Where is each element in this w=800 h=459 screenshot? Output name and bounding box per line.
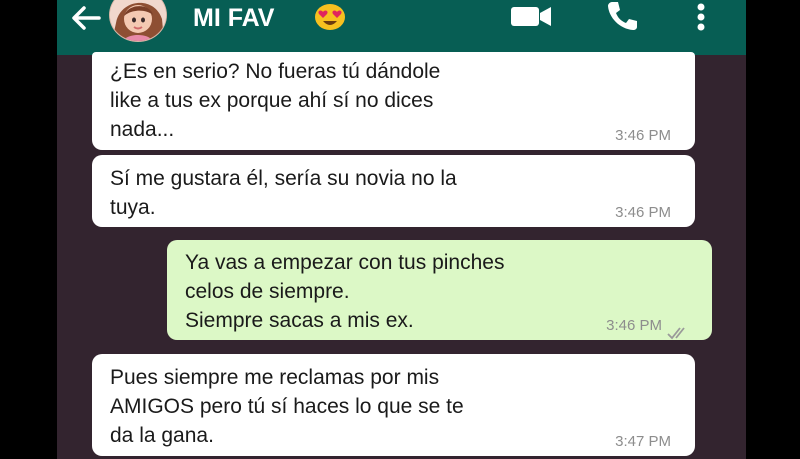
chat-header: MI FAV xyxy=(57,0,746,55)
message-bubble-outgoing[interactable]: Ya vas a empezar con tus pinches celos d… xyxy=(167,240,712,340)
message-time: 3:46 PM xyxy=(615,127,671,144)
read-receipt-icon xyxy=(666,319,692,340)
video-call-icon xyxy=(511,7,551,26)
message-time: 3:47 PM xyxy=(615,433,671,450)
more-options-button[interactable] xyxy=(695,1,707,33)
phone-icon xyxy=(608,2,637,30)
contact-name[interactable]: MI FAV xyxy=(193,4,274,32)
message-bubble-incoming[interactable]: Pues siempre me reclamas por mis AMIGOS … xyxy=(92,354,695,456)
message-bubble-incoming[interactable]: ¿Es en serio? No fueras tú dándole like … xyxy=(92,52,695,150)
more-vert-icon xyxy=(697,3,705,31)
message-time: 3:46 PM xyxy=(615,204,671,221)
message-text: Ya vas a empezar con tus pinches celos d… xyxy=(185,251,505,332)
message-text: ¿Es en serio? No fueras tú dándole like … xyxy=(110,60,441,141)
voice-call-button[interactable] xyxy=(605,0,639,32)
message-bubble-incoming[interactable]: Sí me gustara él, sería su novia no la t… xyxy=(92,155,695,227)
contact-avatar[interactable] xyxy=(109,0,167,42)
message-text: Sí me gustara él, sería su novia no la t… xyxy=(110,167,457,219)
back-button[interactable] xyxy=(69,3,109,33)
heart-eyes-emoji xyxy=(315,4,345,30)
arrow-left-icon xyxy=(72,6,101,30)
video-call-button[interactable] xyxy=(509,4,553,28)
chat-screen: MI FAV ¿Es en serio? No fueras tú dándol… xyxy=(57,0,746,459)
message-text: Pues siempre me reclamas por mis AMIGOS … xyxy=(110,366,464,447)
message-time: 3:46 PM xyxy=(606,317,662,334)
